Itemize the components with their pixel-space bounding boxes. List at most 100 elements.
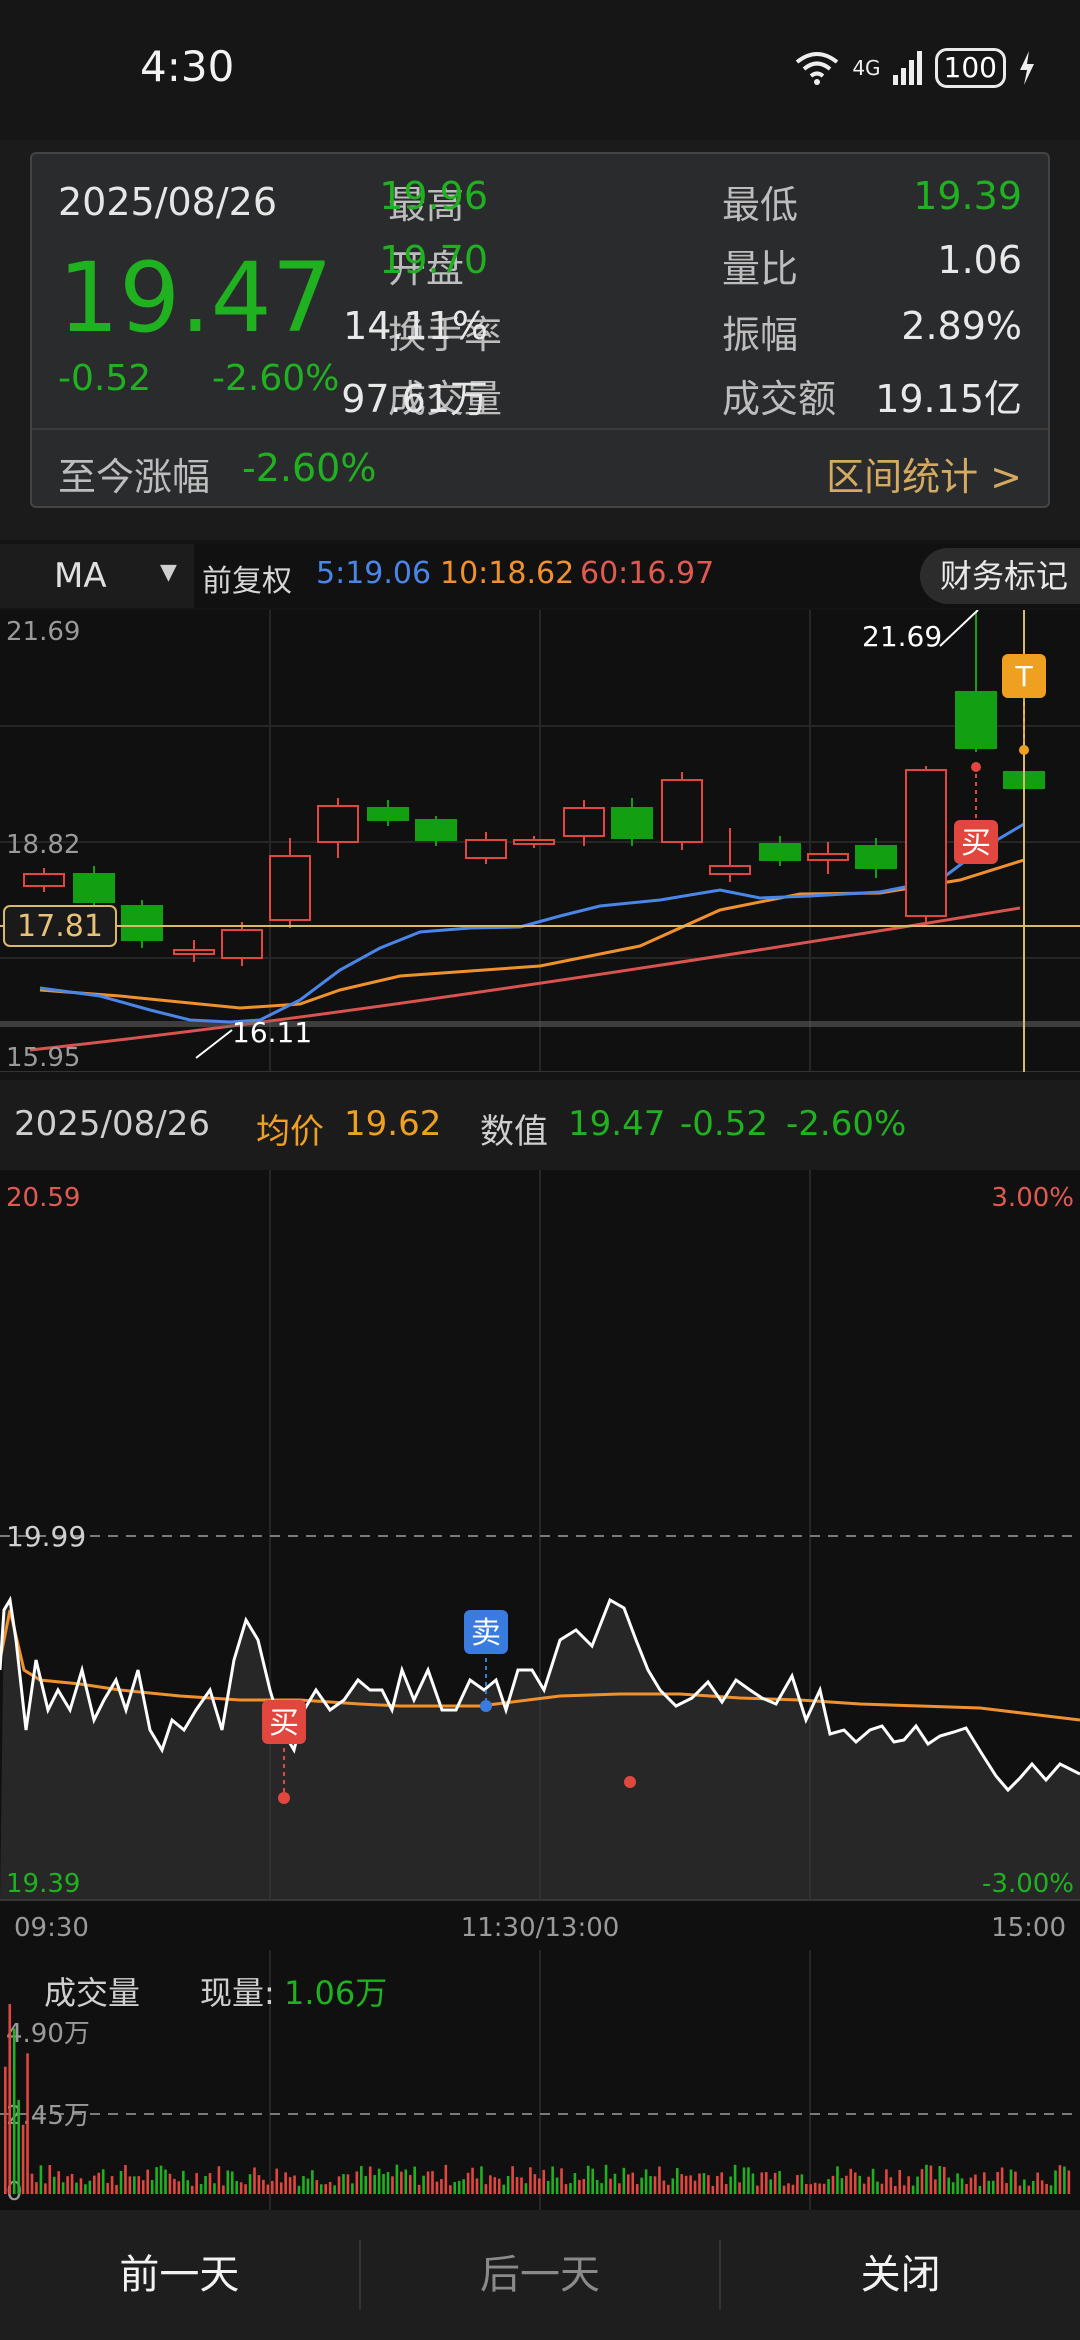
candle [173, 949, 215, 955]
volume-bar [573, 2173, 577, 2194]
volume-bar [1040, 2180, 1044, 2194]
candle [661, 779, 703, 843]
volume-bar [667, 2184, 670, 2194]
volume-bar [885, 2169, 888, 2194]
volume-bar [186, 2180, 190, 2194]
tick-pct-bottom: -3.00% [982, 1869, 1074, 1899]
volume-bar [235, 2180, 238, 2194]
interval-stats-button[interactable]: 区间统计 > [826, 446, 1022, 501]
volume-bar [671, 2178, 675, 2194]
volume-bar [996, 2172, 999, 2194]
volume-bar [822, 2183, 826, 2194]
volume-chart[interactable]: 成交量 现量: 1.06万 4.90万 2.45万 0 [0, 1950, 1080, 2210]
candle [465, 839, 507, 859]
volume-bar [351, 2183, 354, 2194]
volume-bar [57, 2171, 60, 2194]
volume-bar [502, 2184, 505, 2194]
volume-bar [1027, 2185, 1031, 2194]
kline-svg: 17.81 21.69 18.82 15.95 21.69 16.11 买 T [0, 609, 1080, 1073]
intraday-chart[interactable]: 买 卖 20.59 3.00% 19.99 19.39 -3.00% 09:30… [0, 1170, 1080, 1950]
volume-bar [190, 2185, 194, 2194]
financial-mark-button[interactable]: 财务标记 [920, 548, 1080, 604]
info-price: 19.47 [58, 242, 333, 354]
volume-bar [542, 2169, 546, 2194]
volume-bar [400, 2171, 403, 2194]
volume-bar [302, 2176, 305, 2194]
dropdown-arrow-icon: ▼ [160, 560, 177, 585]
volume-bar [395, 2164, 399, 2194]
volume-bar [760, 2172, 764, 2194]
status-time: 4:30 [140, 42, 235, 91]
prev-day-button[interactable]: 前一天 [0, 2210, 359, 2340]
volume-bar [248, 2174, 252, 2194]
info-change-pct: -2.60% [212, 358, 340, 399]
volume-bar [711, 2185, 715, 2194]
candle [415, 819, 457, 841]
volume-bar [586, 2165, 590, 2194]
volume-bar [275, 2168, 279, 2194]
volume-bar [279, 2182, 283, 2194]
volume-bar [440, 2179, 443, 2194]
open-value: 19.70 [379, 238, 488, 282]
volume-bar [66, 2176, 69, 2194]
volume-bar [764, 2172, 768, 2194]
low-label: 最低 [722, 183, 799, 227]
volume-bar [907, 2176, 910, 2194]
volume-bar [457, 2180, 461, 2194]
volume-bar [618, 2183, 621, 2194]
volume-bar [769, 2179, 772, 2194]
volume-bar [462, 2179, 465, 2194]
candle [23, 873, 65, 887]
volume-bar [391, 2176, 394, 2194]
volume-bar [44, 2183, 47, 2194]
volume-bar [595, 2179, 599, 2194]
volume-bar [974, 2174, 977, 2194]
volume-bar [21, 2124, 25, 2194]
volume-bar [729, 2176, 732, 2194]
volume-bar [987, 2180, 991, 2194]
volume-bar [805, 2184, 808, 2194]
volume-bar [159, 2165, 163, 2194]
close-button[interactable]: 关闭 [721, 2210, 1080, 2340]
volume-bars [4, 2004, 1071, 2194]
volume-bar [1054, 2170, 1057, 2194]
volume-bar [1045, 2183, 1048, 2194]
volume-bar [360, 2166, 363, 2194]
volume-bar [1058, 2165, 1062, 2194]
volume-bar [551, 2166, 554, 2194]
tick-sell-label: 卖 [471, 1616, 501, 1651]
ma-select[interactable]: MA ▼ [0, 544, 194, 608]
amount-value: 19.15亿 [875, 377, 1022, 421]
volume-bar [306, 2178, 310, 2194]
volume-bar [555, 2177, 559, 2194]
next-day-button[interactable]: 后一天 [361, 2210, 720, 2340]
volume-bar [707, 2175, 710, 2194]
volume-bar [288, 2177, 292, 2194]
volume-bar [337, 2176, 341, 2194]
volume-bar [195, 2173, 198, 2194]
volume-bar [413, 2166, 416, 2194]
volume-bar [110, 2176, 114, 2194]
volume-bar [119, 2171, 123, 2194]
volume-bar [480, 2166, 483, 2194]
volume-bar [858, 2175, 861, 2194]
volume-bar [26, 2053, 29, 2194]
volume-bar [680, 2174, 683, 2194]
volume-bar [1018, 2185, 1022, 2194]
amplitude-label: 振幅 [722, 313, 799, 357]
volume-bar [569, 2183, 572, 2194]
volume-bar [324, 2184, 327, 2194]
volume-bar [1049, 2185, 1053, 2194]
volume-bar [658, 2166, 661, 2194]
tick-buy-dot [278, 1792, 290, 1804]
since-label: 至今涨幅 [58, 455, 211, 499]
volume-bar [12, 2028, 16, 2194]
volume-bar [257, 2175, 261, 2194]
volume-bar [101, 2169, 105, 2194]
volume-bar [84, 2184, 87, 2194]
volume-bar [640, 2177, 643, 2194]
volume-bar [578, 2179, 581, 2194]
kline-chart[interactable]: 17.81 21.69 18.82 15.95 21.69 16.11 买 T [0, 609, 1080, 1073]
detail-date: 2025/08/26 [14, 1104, 210, 1144]
volume-bar [115, 2184, 118, 2194]
